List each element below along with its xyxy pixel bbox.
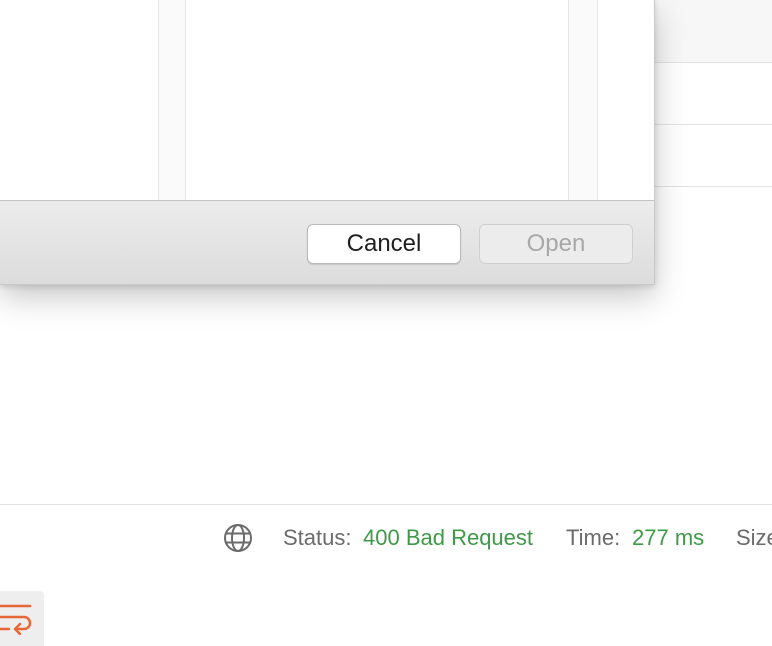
- time-label: Time:: [566, 525, 621, 550]
- status-label: Status:: [283, 525, 352, 550]
- browser-column[interactable]: [186, 0, 568, 200]
- browser-column[interactable]: [0, 0, 158, 200]
- globe-icon[interactable]: [222, 522, 254, 554]
- time-value[interactable]: 277 ms: [632, 525, 704, 551]
- file-open-dialog: Cancel Open: [0, 0, 655, 285]
- app-window: n Cancel Open Status: 400 Bad Request: [0, 0, 772, 646]
- column-resize-handle[interactable]: [568, 0, 598, 200]
- browser-column[interactable]: [598, 0, 654, 200]
- background-table-row: [640, 63, 772, 125]
- column-resize-handle[interactable]: [158, 0, 186, 200]
- dialog-footer: Cancel Open: [0, 200, 654, 284]
- background-table-row: n: [640, 125, 772, 187]
- word-wrap-button[interactable]: [0, 591, 44, 646]
- file-browser: [0, 0, 654, 200]
- open-button[interactable]: Open: [479, 224, 633, 264]
- background-table-header: [640, 0, 772, 63]
- status-value[interactable]: 400 Bad Request: [363, 525, 533, 551]
- cancel-button[interactable]: Cancel: [307, 224, 461, 264]
- size-label: Size: [736, 525, 772, 550]
- response-status-bar: Status: 400 Bad Request Time: 277 ms Siz…: [0, 505, 772, 571]
